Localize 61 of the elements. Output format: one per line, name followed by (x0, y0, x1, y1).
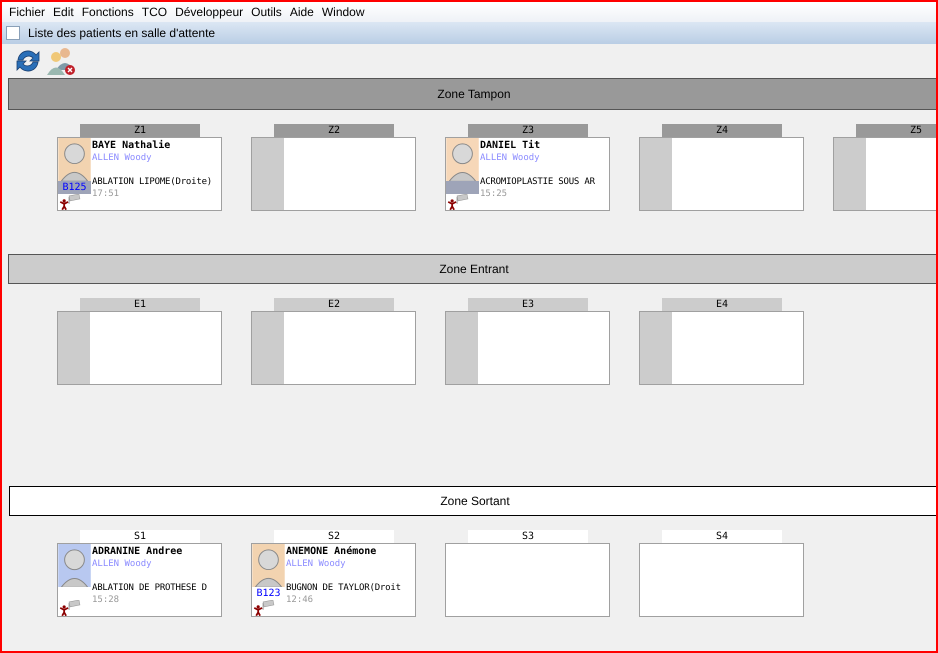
slot-label: E1 (80, 298, 200, 311)
doctor-name: ALLEN Woody (480, 152, 541, 164)
slot-label: S4 (662, 530, 782, 543)
patient-card[interactable]: ADRANINE Andree ALLEN Woody ABLATION DE PROTHESE D 15:28 (57, 543, 222, 617)
menu-item[interactable]: Développeur (173, 5, 250, 19)
empty-slot[interactable] (251, 311, 416, 385)
procedure-text: BUGNON DE TAYLOR(Droit (286, 582, 401, 594)
remove-users-button[interactable] (45, 45, 76, 76)
zone-header: Zone Entrant (8, 254, 936, 284)
empty-slot[interactable] (445, 311, 610, 385)
patient-name: ANEMONE Anémone (286, 546, 378, 558)
procedure-text: ABLATION LIPOME(Droite) (92, 176, 212, 188)
menu-item[interactable]: Aide (288, 5, 320, 19)
patient-card[interactable]: DANIEL Tit ALLEN Woody ACROMIOPLASTIE SOUS AR 15:25 (445, 137, 610, 211)
slot-label: Z3 (468, 124, 588, 137)
time-text: 15:28 (92, 594, 120, 606)
zone-header: Zone Tampon (8, 78, 936, 110)
empty-slot[interactable] (251, 137, 416, 211)
checkbox[interactable] (6, 26, 20, 40)
refresh-icon (14, 48, 42, 74)
slot-label: S2 (274, 530, 394, 543)
slot-label: Z4 (662, 124, 782, 137)
menu-item[interactable]: Fonctions (80, 5, 140, 19)
menu-item[interactable]: Window (320, 5, 371, 19)
menu-item[interactable]: Fichier (7, 5, 52, 19)
patient-name: BAYE Nathalie (92, 140, 172, 152)
time-text: 15:25 (480, 188, 508, 200)
room-number: B125 (58, 181, 91, 194)
doctor-name: ALLEN Woody (92, 558, 153, 570)
empty-slot[interactable] (639, 137, 804, 211)
doctor-name: ALLEN Woody (92, 152, 153, 164)
procedure-text: ABLATION DE PROTHESE D (92, 582, 207, 594)
checkbox-label: Liste des patients en salle d'attente (28, 26, 216, 40)
menu-item[interactable]: TCO (140, 5, 174, 19)
time-text: 17:51 (92, 188, 120, 200)
users-remove-icon (46, 46, 76, 76)
avatar (252, 544, 285, 588)
time-text: 12:46 (286, 594, 314, 606)
slot-label: E4 (662, 298, 782, 311)
zone-header: Zone Sortant (9, 486, 936, 516)
procedure-text: ACROMIOPLASTIE SOUS AR (480, 176, 595, 188)
patient-name: ADRANINE Andree (92, 546, 184, 558)
empty-slot[interactable] (639, 543, 804, 617)
slot-label: Z5 (856, 124, 936, 137)
room-number: B123 (255, 587, 282, 600)
slot-label: Z1 (80, 124, 200, 137)
slot-label: S3 (468, 530, 588, 543)
menu-item[interactable]: Outils (249, 5, 288, 19)
avatar (446, 138, 479, 182)
doctor-name: ALLEN Woody (286, 558, 347, 570)
menu-item[interactable]: Edit (51, 5, 80, 19)
avatar (58, 138, 91, 182)
slot-label: E3 (468, 298, 588, 311)
patient-name: DANIEL Tit (480, 140, 542, 152)
slot-label: E2 (274, 298, 394, 311)
slot-label: Z2 (274, 124, 394, 137)
avatar (58, 544, 91, 588)
empty-slot[interactable] (445, 543, 610, 617)
empty-slot[interactable] (57, 311, 222, 385)
slot-label: S1 (80, 530, 200, 543)
empty-slot[interactable] (639, 311, 804, 385)
